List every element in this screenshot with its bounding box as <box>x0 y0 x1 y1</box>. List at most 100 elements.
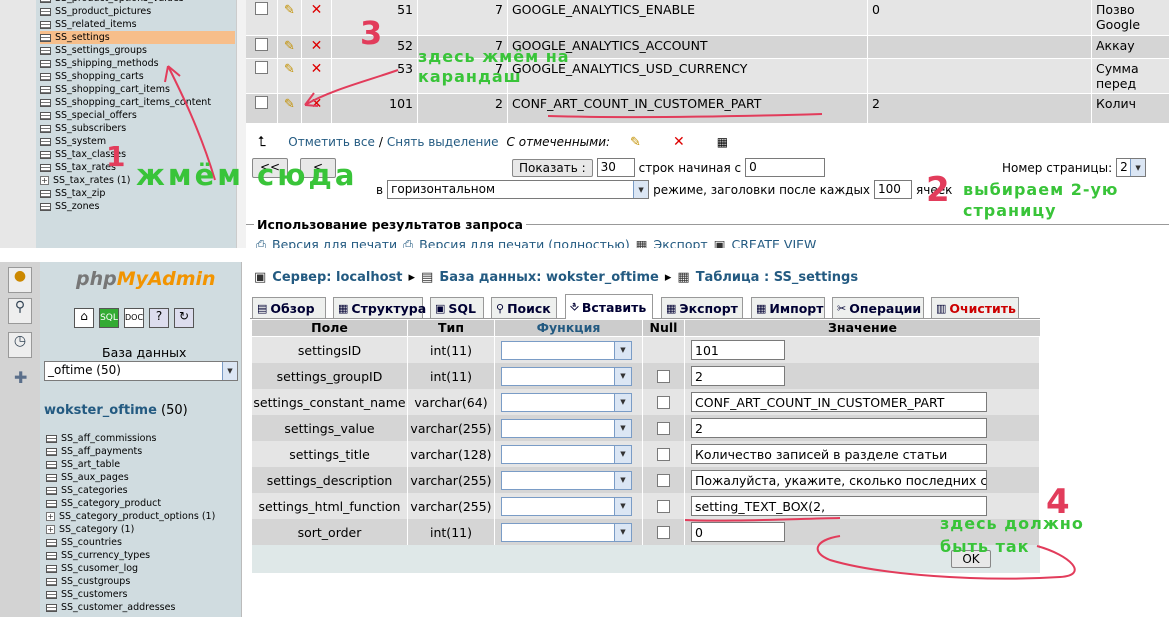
null-checkbox[interactable] <box>657 525 670 539</box>
tab-structure[interactable]: ▦ Структура <box>333 297 426 318</box>
reload-icon[interactable]: ↻ <box>174 308 194 328</box>
delete-selected-icon[interactable]: ✕ <box>673 134 685 150</box>
tab-export[interactable]: ▦ Экспорт <box>661 297 743 318</box>
strip-clock-icon[interactable]: ◷ <box>8 332 32 358</box>
value-input[interactable]: setting_TEXT_BOX(2, <box>691 496 987 516</box>
crumb-db[interactable]: База данных: wokster_oftime <box>439 270 659 285</box>
docs-icon[interactable]: DOC <box>124 308 144 328</box>
mode-select[interactable]: горизонтальном <box>387 180 650 199</box>
crumb-table[interactable]: Таблица : SS_settings <box>696 270 858 285</box>
tab-search[interactable]: ⚲ Поиск <box>491 297 557 318</box>
delete-icon[interactable]: ✕ <box>311 2 323 18</box>
top-table-item[interactable]: SS_shipping_methods <box>40 57 235 70</box>
top-table-item[interactable]: SS_subscribers <box>40 122 235 135</box>
phpmyadmin-logo[interactable]: phpMyAdmin <box>76 268 216 290</box>
tab-sql[interactable]: ▣ SQL <box>430 297 484 318</box>
table-list-item[interactable]: + SS_category (1) <box>46 523 240 536</box>
row-checkbox[interactable] <box>255 96 268 109</box>
top-table-item[interactable]: SS_shopping_cart_items <box>40 83 235 96</box>
expand-icon[interactable]: + <box>46 525 55 534</box>
tab-insert[interactable]: ⎀ Вставить <box>565 294 653 319</box>
export-link[interactable]: Экспорт <box>654 237 708 248</box>
export-selected-icon[interactable]: ▦ <box>717 135 728 149</box>
row-checkbox[interactable] <box>255 61 268 74</box>
strip-satellite-icon[interactable]: ⚲ <box>8 298 32 324</box>
value-input[interactable]: 2 <box>691 418 987 438</box>
value-input[interactable]: 2 <box>691 366 785 386</box>
table-list-item[interactable]: SS_customers <box>46 588 240 601</box>
edit-pencil-icon[interactable]: ✎ <box>284 3 295 18</box>
strip-plus-icon[interactable]: ✚ <box>14 368 27 387</box>
top-table-item[interactable]: SS_settings <box>40 31 235 44</box>
table-list-item[interactable]: SS_customer_addresses <box>46 601 240 614</box>
table-list-item[interactable]: SS_aff_commissions <box>46 432 240 445</box>
db-select[interactable]: _oftime (50) <box>44 361 238 381</box>
home-icon[interactable]: ⌂ <box>74 308 94 328</box>
top-table-item[interactable]: SS_related_items <box>40 18 235 31</box>
table-list-item[interactable]: SS_countries <box>46 536 240 549</box>
top-table-item[interactable]: SS_shopping_carts <box>40 70 235 83</box>
function-select[interactable] <box>501 392 632 412</box>
edit-pencil-icon[interactable]: ✎ <box>284 39 295 54</box>
db-title[interactable]: wokster_oftime (50) <box>44 403 188 418</box>
print-full-link[interactable]: Версия для печати (полностью) <box>419 237 630 248</box>
function-select[interactable] <box>501 418 632 438</box>
function-select[interactable] <box>501 470 632 490</box>
value-input[interactable]: Пожалуйста, укажите, сколько последних с… <box>691 470 987 490</box>
table-list-item[interactable]: SS_custgroups <box>46 575 240 588</box>
headers-every-input[interactable]: 100 <box>874 180 913 199</box>
value-input[interactable]: 0 <box>691 522 785 542</box>
function-select[interactable] <box>501 522 632 542</box>
row-checkbox[interactable] <box>255 2 268 15</box>
top-table-item[interactable]: SS_special_offers <box>40 109 235 122</box>
function-select[interactable] <box>501 496 632 516</box>
function-select[interactable] <box>501 444 632 464</box>
delete-icon[interactable]: ✕ <box>311 61 323 77</box>
table-list-item[interactable]: SS_cusomer_log <box>46 562 240 575</box>
null-checkbox[interactable] <box>657 473 670 487</box>
create-view-link[interactable]: CREATE VIEW <box>732 237 817 248</box>
table-list-item[interactable]: SS_aff_payments <box>46 445 240 458</box>
crumb-server[interactable]: Сервер: localhost <box>272 270 402 285</box>
table-list-item[interactable]: SS_categories <box>46 484 240 497</box>
show-button[interactable]: Показать : <box>512 158 593 177</box>
top-table-item[interactable]: SS_zones <box>40 200 235 213</box>
strip-light-icon[interactable]: ● <box>8 267 32 293</box>
tab-browse[interactable]: ▤ Обзор <box>252 297 326 318</box>
page-select[interactable]: 2 <box>1116 158 1147 177</box>
null-checkbox[interactable] <box>657 499 670 513</box>
null-checkbox[interactable] <box>657 395 670 409</box>
null-checkbox[interactable] <box>657 447 670 461</box>
sql-query-icon[interactable]: SQL <box>99 308 119 328</box>
expand-icon[interactable]: + <box>46 512 55 521</box>
row-checkbox[interactable] <box>255 38 268 51</box>
print-link[interactable]: Версия для печати <box>272 237 397 248</box>
unmark-all-link[interactable]: Снять выделение <box>387 135 499 149</box>
top-table-item[interactable]: SS_system <box>40 135 235 148</box>
help-icon[interactable]: ? <box>149 308 169 328</box>
delete-icon[interactable]: ✕ <box>311 38 323 54</box>
value-input[interactable]: Количество записей в разделе статьи <box>691 444 987 464</box>
mark-all-link[interactable]: Отметить все <box>288 135 375 149</box>
top-table-item[interactable]: SS_shopping_cart_items_content <box>40 96 235 109</box>
delete-icon[interactable]: ✕ <box>311 96 323 112</box>
table-list-item[interactable]: SS_category_product <box>46 497 240 510</box>
edit-selected-pencil-icon[interactable]: ✎ <box>630 135 641 150</box>
null-checkbox[interactable] <box>657 369 670 383</box>
expand-icon[interactable]: + <box>40 176 49 185</box>
null-checkbox[interactable] <box>657 421 670 435</box>
table-list-item[interactable]: + SS_category_product_options (1) <box>46 510 240 523</box>
edit-pencil-icon[interactable]: ✎ <box>284 62 295 77</box>
tab-empty[interactable]: ▥ Очистить <box>931 297 1019 318</box>
table-list-item[interactable]: SS_currency_types <box>46 549 240 562</box>
function-select[interactable] <box>501 366 632 386</box>
tab-import[interactable]: ▦ Импорт <box>751 297 825 318</box>
top-table-item[interactable]: SS_settings_groups <box>40 44 235 57</box>
function-select[interactable] <box>501 340 632 360</box>
tab-operations[interactable]: ✂ Операции <box>832 297 924 318</box>
rows-count-input[interactable]: 30 <box>596 158 635 177</box>
start-input[interactable]: 0 <box>745 158 826 177</box>
top-table-item[interactable]: SS_product_pictures <box>40 5 235 18</box>
edit-pencil-icon[interactable]: ✎ <box>284 97 295 112</box>
table-list-item[interactable]: SS_aux_pages <box>46 471 240 484</box>
